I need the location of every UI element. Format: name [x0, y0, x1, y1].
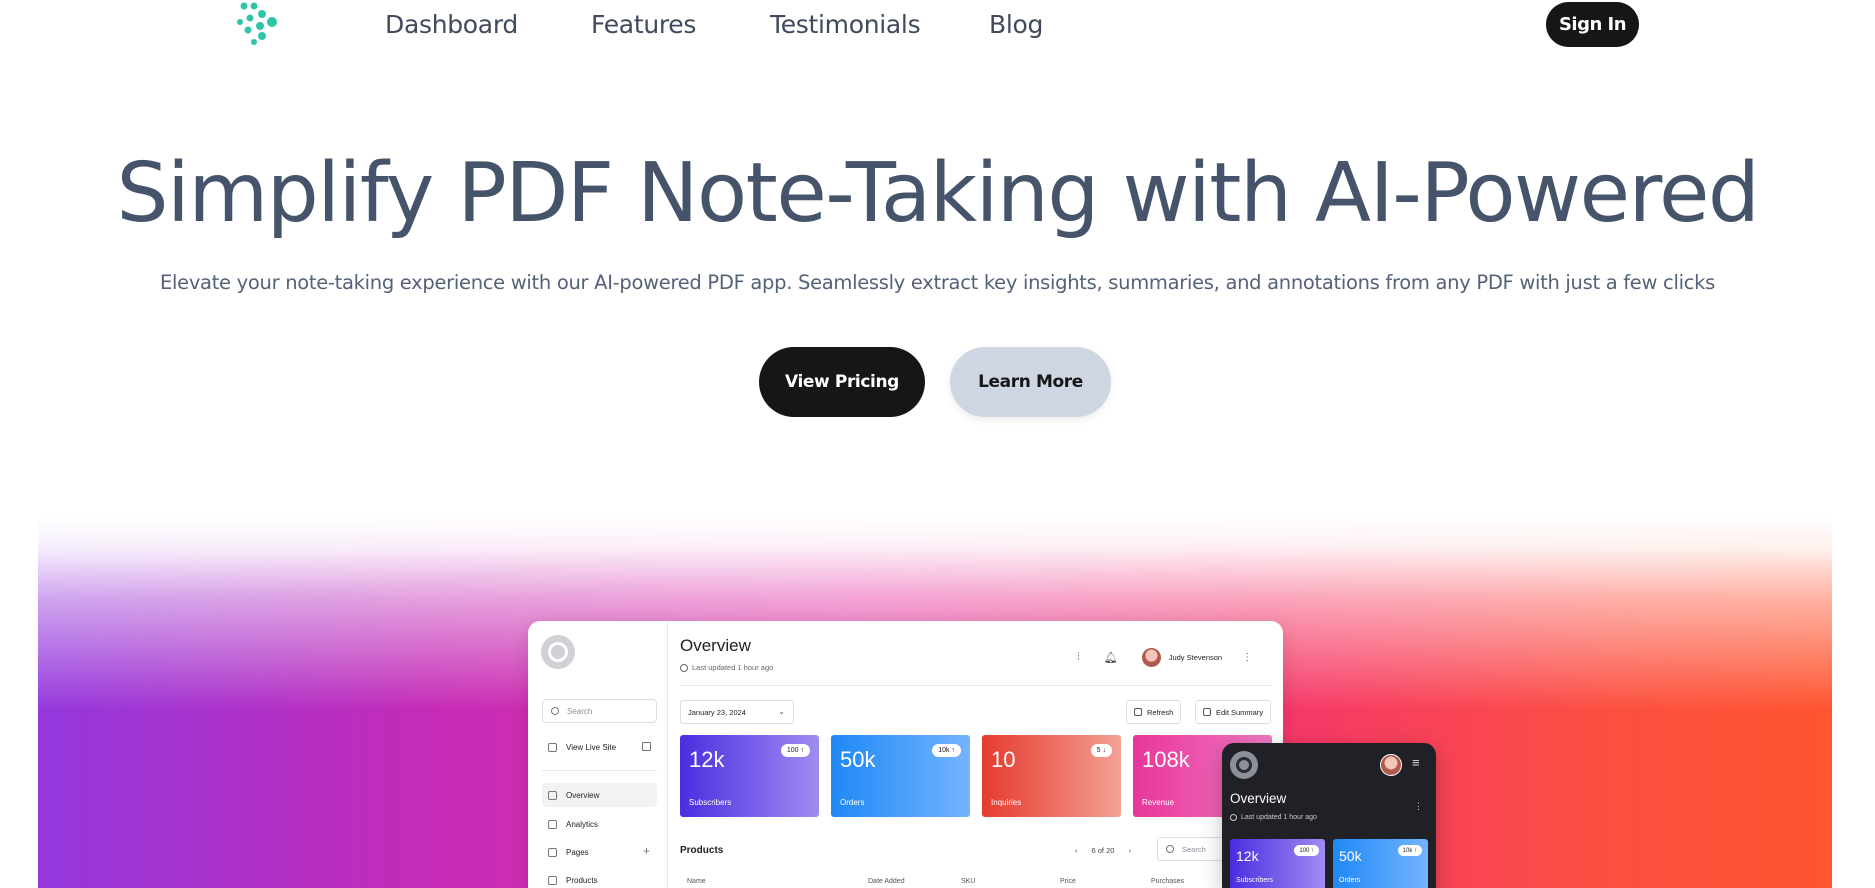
stat-value: 50k	[840, 747, 876, 772]
sliders-icon: ⫶	[1077, 651, 1080, 663]
mockup-sidebar: Search View Live Site Overview Analytics…	[528, 621, 668, 888]
stat-label: Subscribers	[1236, 877, 1273, 884]
stat-card-orders: 50k 10k ↑ Orders	[831, 735, 970, 817]
desktop-dashboard-preview: Search View Live Site Overview Analytics…	[528, 621, 1283, 888]
stat-badge: 100 ↑	[1294, 845, 1319, 856]
mockup-view-live-site: View Live Site	[542, 735, 657, 759]
more-vertical-icon: ⋮	[1414, 801, 1423, 811]
chevron-right-icon: ›	[1128, 846, 1131, 855]
grid-icon	[548, 790, 557, 800]
mobile-dashboard-preview: ≡ Overview ⋮ Last updated 1 hour ago 12k…	[1222, 743, 1436, 888]
column-header-price: Price	[1060, 878, 1076, 885]
nav-link-testimonials[interactable]: Testimonials	[770, 10, 921, 39]
column-header-sku: SKU	[961, 878, 976, 885]
mockup-header-actions: ⫶ 🔔︎ Judy Stevenson ⋮	[1077, 648, 1252, 667]
sidebar-item-label: Products	[566, 875, 598, 885]
nav-link-blog[interactable]: Blog	[989, 10, 1043, 39]
mockup-pager: ‹ 6 of 20 ›	[1075, 846, 1131, 855]
stat-label: Revenue	[1142, 798, 1175, 807]
mobile-last-updated: Last updated 1 hour ago	[1230, 814, 1317, 821]
pager-text: 6 of 20	[1091, 846, 1115, 855]
stat-card-subscribers: 12k 100 ↑ Subscribers	[680, 735, 819, 817]
hero-subtitle: Elevate your note-taking experience with…	[159, 271, 1715, 294]
search-icon	[551, 707, 559, 715]
stat-card-inquiries: 10 5 ↓ Inquiries	[982, 735, 1121, 817]
chevron-left-icon: ‹	[1075, 846, 1078, 855]
stat-badge: 10k ↑	[932, 744, 961, 757]
sign-in-button[interactable]: Sign In	[1546, 2, 1639, 47]
mobile-overview-title: Overview	[1230, 791, 1287, 806]
nav-link-features[interactable]: Features	[591, 10, 696, 39]
activity-icon	[548, 819, 557, 829]
stat-label: Inquiries	[991, 798, 1022, 807]
avatar	[1141, 648, 1161, 667]
more-vertical-icon: ⋮	[1242, 652, 1253, 663]
stat-badge: 100 ↑	[780, 744, 810, 757]
stat-value: 10	[991, 747, 1016, 772]
stat-label: Orders	[1339, 877, 1361, 884]
sidebar-item-label: Pages	[566, 847, 589, 857]
mockup-edit-summary-button: Edit Summary	[1195, 700, 1272, 724]
edit-icon	[1203, 708, 1211, 716]
stat-badge: 10k ↑	[1397, 845, 1422, 856]
nav-link-dashboard[interactable]: Dashboard	[385, 10, 518, 39]
mockup-search-placeholder: Search	[567, 706, 593, 716]
sidebar-item-label: Overview	[566, 790, 600, 800]
mockup-main: Overview Last updated 1 hour ago ⫶ 🔔︎ Ju…	[680, 621, 1283, 888]
search-icon	[1166, 845, 1174, 853]
mobile-stat-card-subscribers: 12k 100 ↑ Subscribers	[1230, 839, 1325, 888]
mockup-search-input: Search	[542, 699, 657, 723]
mockup-logo-icon	[541, 635, 575, 669]
mockup-user-name: Judy Stevenson	[1168, 653, 1223, 662]
hero-title: Simplify PDF Note-Taking with AI-Powered	[116, 146, 1760, 241]
stat-value: 50k	[1339, 848, 1362, 864]
mockup-products-title: Products	[680, 845, 724, 856]
stat-value: 12k	[689, 747, 725, 772]
external-link-icon	[642, 742, 651, 751]
refresh-label: Refresh	[1147, 707, 1174, 717]
refresh-icon	[1134, 708, 1142, 716]
mockup-refresh-button: Refresh	[1126, 700, 1182, 724]
stat-value: 12k	[1236, 848, 1259, 864]
top-navigation: Dashboard Features Testimonials Blog Sig…	[0, 0, 1875, 50]
refresh-icon	[680, 663, 688, 672]
hamburger-menu-icon: ≡	[1412, 755, 1420, 770]
stat-value: 108k	[1142, 747, 1190, 772]
mobile-stat-card-orders: 50k 10k ↑ Orders	[1333, 839, 1428, 888]
mockup-sidebar-item-overview: Overview	[542, 783, 657, 807]
avatar	[1380, 754, 1402, 776]
stat-label: Orders	[840, 798, 865, 807]
box-icon	[548, 875, 557, 885]
sidebar-divider	[542, 770, 657, 771]
edit-summary-label: Edit Summary	[1216, 707, 1264, 717]
file-icon	[548, 847, 557, 857]
mockup-sidebar-item-products: Products	[542, 868, 657, 888]
refresh-icon	[1230, 814, 1237, 821]
date-value: January 23, 2024	[688, 707, 746, 717]
stat-badge: 5 ↓	[1090, 744, 1112, 757]
layout-icon	[548, 742, 557, 752]
brand-logo-icon[interactable]	[234, 0, 288, 48]
column-header-date-added: Date Added	[868, 878, 905, 885]
view-live-site-label: View Live Site	[566, 742, 617, 752]
mockup-overview-title: Overview	[680, 636, 751, 655]
sidebar-item-label: Analytics	[566, 819, 599, 829]
learn-more-button[interactable]: Learn More	[950, 347, 1111, 417]
column-header-purchases: Purchases	[1151, 878, 1185, 885]
mockup-sidebar-item-analytics: Analytics	[542, 812, 657, 836]
bell-icon: 🔔︎	[1103, 652, 1118, 664]
mockup-last-updated: Last updated 1 hour ago	[680, 663, 773, 672]
chevron-down-icon: ⌄	[778, 707, 785, 716]
mockup-date-select: January 23, 2024 ⌄	[680, 700, 794, 724]
last-updated-text: Last updated 1 hour ago	[692, 663, 774, 672]
plus-icon: +	[642, 844, 650, 858]
header-divider	[680, 685, 1272, 686]
view-pricing-button[interactable]: View Pricing	[759, 347, 925, 417]
column-header-name: Name	[687, 878, 706, 885]
mockup-sidebar-item-pages: Pages +	[542, 840, 657, 864]
stat-label: Subscribers	[689, 798, 732, 807]
products-search-placeholder: Search	[1182, 844, 1206, 854]
mockup-logo-icon	[1230, 751, 1258, 779]
last-updated-text: Last updated 1 hour ago	[1241, 814, 1317, 821]
